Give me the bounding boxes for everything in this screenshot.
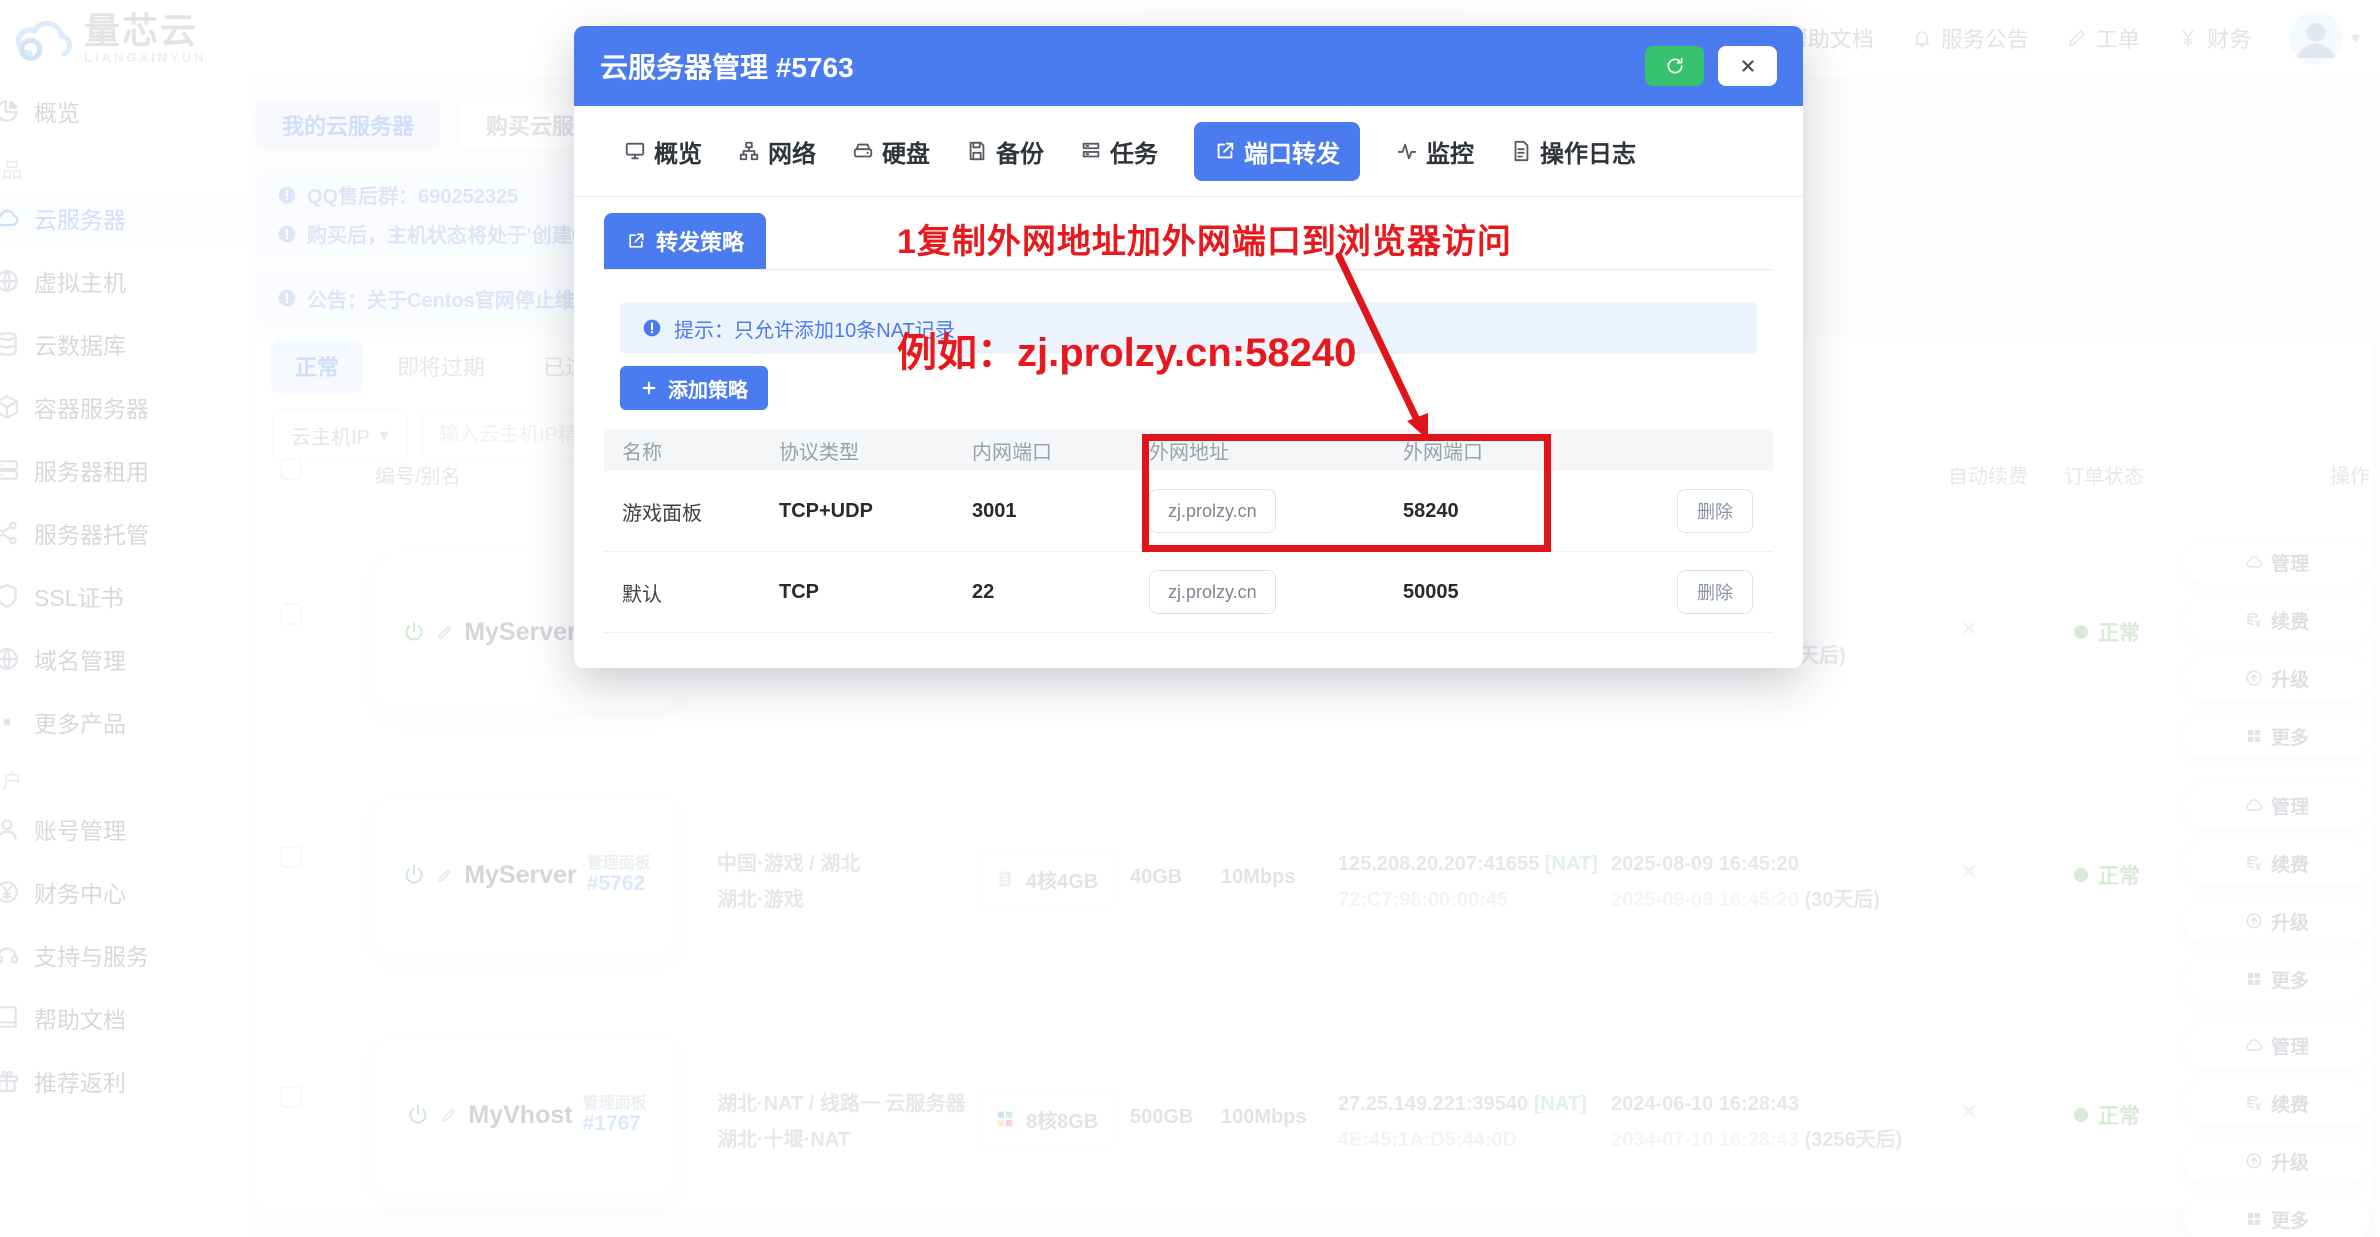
- file-log-icon: [1510, 140, 1532, 162]
- tab-forward-policy[interactable]: 转发策略: [604, 213, 766, 269]
- plus-icon: [640, 379, 658, 397]
- refresh-button[interactable]: [1645, 46, 1704, 86]
- rule-internal-port: 3001: [972, 500, 1149, 523]
- tab-backup[interactable]: 备份: [966, 134, 1044, 169]
- forwarding-row: 默认 TCP 22 zj.prolzy.cn 50005 删除: [604, 552, 1773, 633]
- tab-network[interactable]: 网络: [738, 134, 816, 169]
- hdd-icon: [852, 140, 874, 162]
- modal-header: 云服务器管理 #5763: [574, 26, 1803, 106]
- tab-monitoring[interactable]: 监控: [1396, 134, 1474, 169]
- refresh-icon: [1665, 56, 1685, 76]
- rule-protocol: TCP: [779, 581, 972, 604]
- delete-button[interactable]: 删除: [1677, 570, 1753, 614]
- sitemap-icon: [738, 140, 760, 162]
- monitor-icon: [624, 140, 646, 162]
- close-button[interactable]: [1718, 46, 1777, 86]
- info-icon: [642, 318, 662, 338]
- annotation-line2: 例如：zj.prolzy.cn:58240: [897, 320, 1356, 378]
- tab-port-forwarding[interactable]: 端口转发: [1194, 122, 1360, 181]
- tab-tasks[interactable]: 任务: [1080, 134, 1158, 169]
- delete-button[interactable]: 删除: [1677, 489, 1753, 533]
- tab-overview[interactable]: 概览: [624, 134, 702, 169]
- rule-internal-port: 22: [972, 581, 1149, 604]
- external-link-icon: [1214, 140, 1236, 162]
- annotation-line1: 1复制外网地址加外网端口到浏览器访问: [897, 214, 1512, 263]
- close-icon: [1739, 57, 1757, 75]
- rule-name: 默认: [604, 578, 779, 607]
- list-bars-icon: [1080, 140, 1102, 162]
- rule-protocol: TCP+UDP: [779, 500, 972, 523]
- external-link-icon: [626, 231, 646, 251]
- pulse-icon: [1396, 140, 1418, 162]
- floppy-icon: [966, 140, 988, 162]
- tab-operation-log[interactable]: 操作日志: [1510, 134, 1636, 169]
- modal-tabs: 概览 网络 硬盘 备份 任务 端口转发 监控 操作日志: [574, 106, 1803, 197]
- rule-external-port: 50005: [1403, 581, 1659, 604]
- page: 量芯云 LIANGXINYUN 帮助文档 服务公告 工单 财务: [0, 0, 2380, 1237]
- add-policy-button[interactable]: 添加策略: [620, 366, 768, 410]
- external-address-button[interactable]: zj.prolzy.cn: [1149, 570, 1276, 614]
- tab-disk[interactable]: 硬盘: [852, 134, 930, 169]
- modal-title: 云服务器管理 #5763: [600, 46, 854, 86]
- rule-name: 游戏面板: [604, 497, 779, 526]
- annotation-highlight-rect: [1142, 434, 1551, 552]
